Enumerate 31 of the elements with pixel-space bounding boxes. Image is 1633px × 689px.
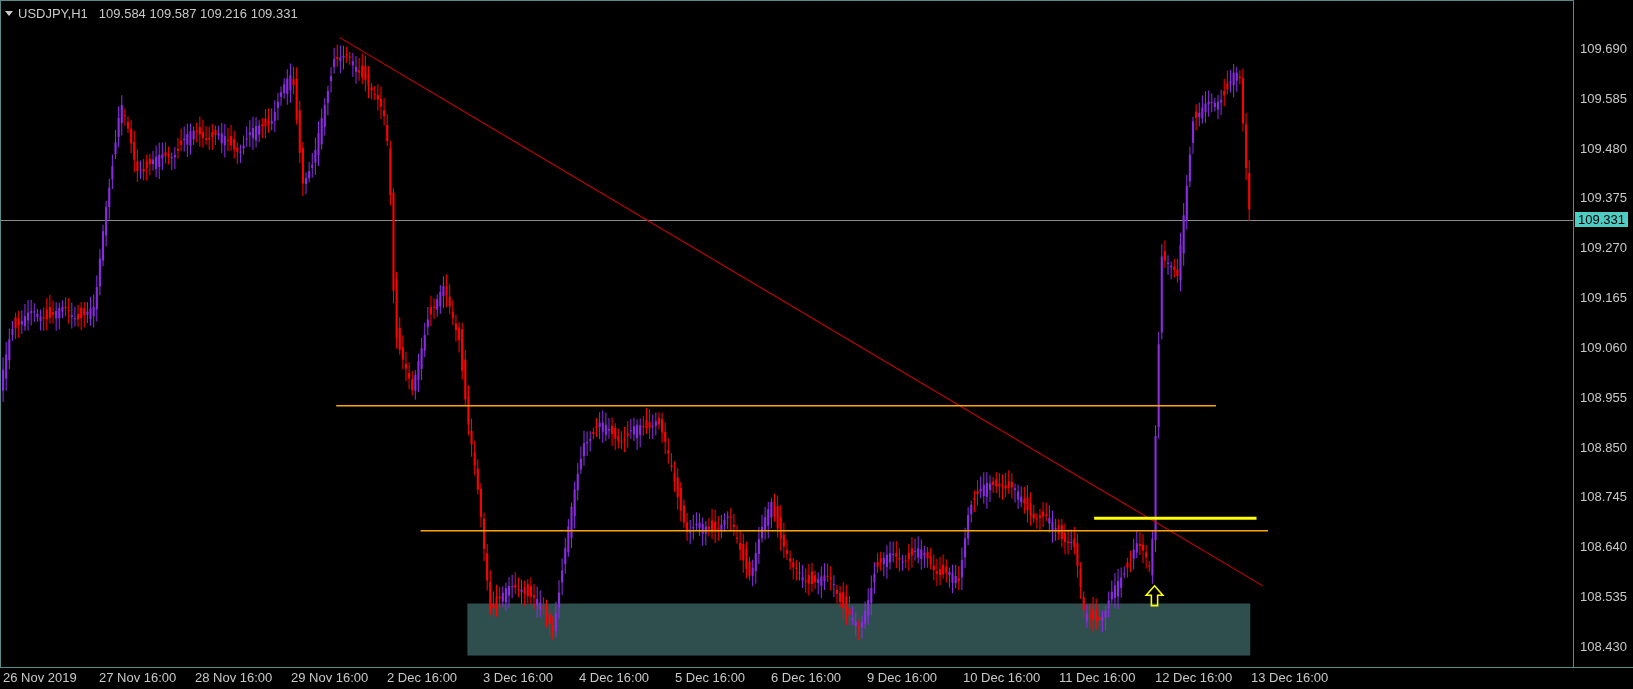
price-tick-label: 109.690 (1579, 41, 1628, 57)
time-tick-label: 10 Dec 16:00 (962, 669, 1042, 687)
time-tick-label: 4 Dec 16:00 (578, 669, 651, 687)
current-price-label: 109.331 (1575, 212, 1628, 227)
price-tick-label: 109.375 (1579, 190, 1628, 207)
time-tick-label: 2 Dec 16:00 (386, 669, 459, 687)
price-tick-label: 108.640 (1579, 539, 1628, 556)
time-tick-label: 26 Nov 2019 (2, 669, 78, 687)
price-tick-label: 109.060 (1579, 339, 1628, 356)
time-tick-label: 29 Nov 16:00 (290, 669, 370, 687)
chart-quote: 109.584 109.587 109.216 109.331 (98, 5, 298, 23)
time-tick-label: 9 Dec 16:00 (866, 669, 939, 687)
price-tick-label: 108.850 (1579, 439, 1628, 456)
time-tick-label: 11 Dec 16:00 (1058, 669, 1137, 687)
price-tick-label: 109.480 (1579, 140, 1628, 157)
chart-symbol: USDJPY,H1 (18, 5, 88, 23)
price-tick-label: 108.535 (1579, 589, 1628, 606)
dropdown-triangle-icon[interactable] (5, 10, 13, 17)
time-tick-label: 3 Dec 16:00 (482, 669, 555, 687)
price-tick-label: 108.745 (1579, 489, 1628, 506)
time-tick-label: 27 Nov 16:00 (98, 669, 178, 687)
price-tick-label: 108.955 (1579, 389, 1628, 406)
time-tick-label: 13 Dec 16:00 (1250, 669, 1330, 687)
time-tick-label: 6 Dec 16:00 (770, 669, 843, 687)
price-tick-label: 109.270 (1579, 240, 1628, 257)
time-tick-label: 28 Nov 16:00 (194, 669, 274, 687)
price-tick-label: 108.430 (1579, 638, 1628, 655)
time-tick-label: 12 Dec 16:00 (1154, 669, 1234, 687)
price-tick-label: 109.165 (1579, 290, 1628, 307)
price-tick-label: 109.585 (1579, 90, 1628, 107)
time-tick-label: 5 Dec 16:00 (674, 669, 747, 687)
